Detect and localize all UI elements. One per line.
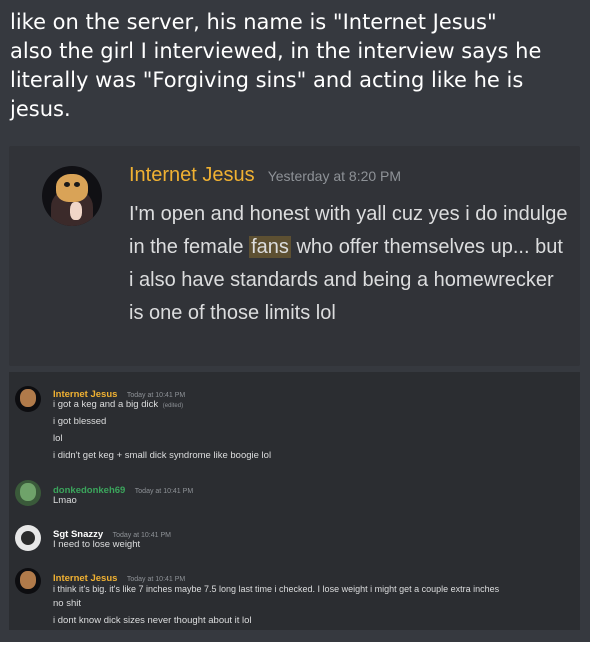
screenshot-frame: like on the server, his name is "Interne… [0, 0, 590, 642]
avatar[interactable] [15, 568, 41, 594]
message-line: I need to lose weight [53, 539, 141, 550]
username[interactable]: Internet Jesus [129, 164, 255, 186]
avatar[interactable] [15, 480, 41, 506]
message-line: i think it's big. it's like 7 inches may… [53, 584, 500, 594]
caption-text: like on the server, his name is "Interne… [10, 8, 580, 124]
timestamp: Today at 10:41 PM [126, 576, 186, 583]
caption-line: also the girl I interviewed, in the inte… [10, 39, 542, 63]
message-header: Internet Jesus Yesterday at 8:20 PM [129, 164, 401, 187]
quoted-message-screenshot: Internet Jesus Yesterday at 8:20 PM I'm … [9, 146, 580, 366]
avatar[interactable] [15, 386, 41, 412]
message-line: i didn't get keg + small dick syndrome l… [53, 450, 272, 461]
caption-line: jesus. [10, 97, 71, 121]
message-line: i dont know dick sizes never thought abo… [53, 615, 252, 626]
timestamp: Today at 10:41 PM [126, 392, 186, 399]
timestamp: Today at 10:41 PM [112, 532, 171, 539]
message-line: i got blessed [53, 416, 107, 427]
message-line: i got a keg and a big dick (edited) [53, 399, 184, 410]
message-line: Lmao [53, 495, 77, 506]
highlighted-word: fans [249, 236, 291, 258]
chat-screenshot: Internet Jesus Today at 10:41 PM i got a… [9, 372, 580, 630]
timestamp: Yesterday at 8:20 PM [267, 168, 402, 184]
caption-line: like on the server, his name is "Interne… [10, 10, 497, 34]
avatar[interactable] [42, 166, 102, 226]
message-body: I'm open and honest with yall cuz yes i … [129, 198, 569, 330]
edited-tag: (edited) [162, 403, 184, 409]
timestamp: Today at 10:41 PM [134, 488, 194, 495]
avatar[interactable] [15, 525, 41, 551]
caption-line: literally was "Forgiving sins" and actin… [10, 68, 524, 92]
message-line: lol [53, 433, 63, 444]
message-line: no shit [53, 598, 81, 609]
